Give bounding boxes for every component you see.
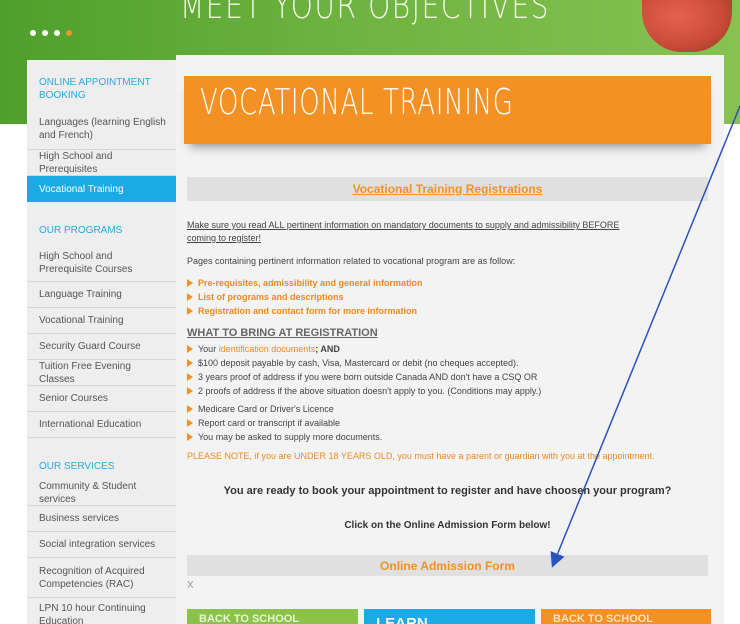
sidebar-item-security-guard[interactable]: Security Guard Course	[27, 334, 176, 360]
divider-shadow	[210, 594, 680, 600]
bring-item-proof2: 2 proofs of address if the above situati…	[187, 386, 541, 397]
sidebar-item-business-services[interactable]: Business services	[27, 506, 176, 532]
tile-back-to-school-1[interactable]: BACK TO SCHOOL	[187, 609, 358, 624]
sidebar-heading-our-programs[interactable]: OUR PROGRAMS	[27, 220, 176, 240]
bring-item-report: Report card or transcript if available	[187, 418, 340, 429]
slider-dot-2[interactable]	[42, 30, 48, 36]
sidebar-item-community-services[interactable]: Community & Student services	[27, 480, 176, 506]
sidebar-item-evening-classes[interactable]: Tuition Free Evening Classes	[27, 360, 176, 386]
sidebar-heading-online-booking[interactable]: ONLINE APPOINTMENT BOOKING	[27, 72, 176, 106]
sidebar-item-high-school[interactable]: High School and Prerequisites	[27, 150, 176, 176]
hero-title: MEET YOUR OBJECTIVES	[180, 0, 551, 27]
pages-info-text: Pages containing pertinent information r…	[187, 256, 516, 266]
link-programs-list[interactable]: List of programs and descriptions	[187, 292, 344, 303]
intro-text-line1: Make sure you read ALL pertinent informa…	[187, 220, 620, 230]
click-text: Click on the Online Admission Form below…	[344, 520, 551, 531]
bring-item-more-docs: You may be asked to supply more document…	[187, 432, 382, 443]
sidebar-item-lpn[interactable]: LPN 10 hour Continuing Education	[27, 598, 176, 624]
sidebar-item-senior-courses[interactable]: Senior Courses	[27, 386, 176, 412]
sidebar-item-languages[interactable]: Languages (learning English and French)	[27, 108, 176, 150]
tile-back-to-school-2[interactable]: BACK TO SCHOOL	[541, 609, 711, 624]
registrations-link[interactable]: Vocational Training Registrations	[187, 182, 708, 196]
identification-documents-link[interactable]: identification documents	[219, 344, 316, 354]
sidebar-item-social-integration[interactable]: Social integration services	[27, 532, 176, 558]
link-prerequisites[interactable]: Pre-requisites, admissibility and genera…	[187, 278, 423, 289]
bring-item-medicare: Medicare Card or Driver's Licence	[187, 404, 334, 415]
hero-person-image	[642, 0, 732, 52]
admission-form-bar: Online Admission Form	[187, 555, 708, 576]
sidebar-item-rac[interactable]: Recognition of Acquired Competencies (RA…	[27, 558, 176, 598]
tile-learn[interactable]: LEARN	[364, 609, 535, 624]
slider-dots	[30, 30, 72, 36]
sidebar-item-high-school-courses[interactable]: High School and Prerequisite Courses	[27, 244, 176, 282]
registrations-bar: Vocational Training Registrations	[187, 177, 708, 201]
slider-dot-4[interactable]	[66, 30, 72, 36]
bring-and: ; AND	[315, 344, 340, 354]
page-title: VOCATIONAL TRAINING	[200, 82, 514, 123]
bring-item-deposit: $100 deposit payable by cash, Visa, Mast…	[187, 358, 519, 369]
ready-text: You are ready to book your appointment t…	[223, 485, 672, 497]
sidebar-item-language-training[interactable]: Language Training	[27, 282, 176, 308]
link-registration-contact[interactable]: Registration and contact form for more i…	[187, 306, 417, 317]
sidebar-item-vocational-training-active[interactable]: Vocational Training	[27, 176, 176, 202]
bring-item-id: Your identification documents; AND	[187, 344, 340, 355]
sidebar-item-vocational-training[interactable]: Vocational Training	[27, 308, 176, 334]
bring-heading: WHAT TO BRING AT REGISTRATION	[187, 327, 378, 339]
slider-dot-1[interactable]	[30, 30, 36, 36]
close-icon[interactable]: X	[187, 580, 194, 591]
bring-your: Your	[198, 344, 217, 354]
bring-item-proof3: 3 years proof of address if you were bor…	[187, 372, 537, 383]
sidebar-item-international-education[interactable]: International Education	[27, 412, 176, 438]
online-admission-form-link[interactable]: Online Admission Form	[187, 559, 708, 573]
under-18-notice: PLEASE NOTE, if you are UNDER 18 YEARS O…	[187, 451, 655, 461]
sidebar: ONLINE APPOINTMENT BOOKING Languages (le…	[27, 60, 176, 624]
page-banner: VOCATIONAL TRAINING	[184, 76, 711, 144]
slider-dot-3[interactable]	[54, 30, 60, 36]
intro-text-line2: coming to register!	[187, 233, 262, 243]
sidebar-heading-our-services[interactable]: OUR SERVICES	[27, 456, 176, 476]
